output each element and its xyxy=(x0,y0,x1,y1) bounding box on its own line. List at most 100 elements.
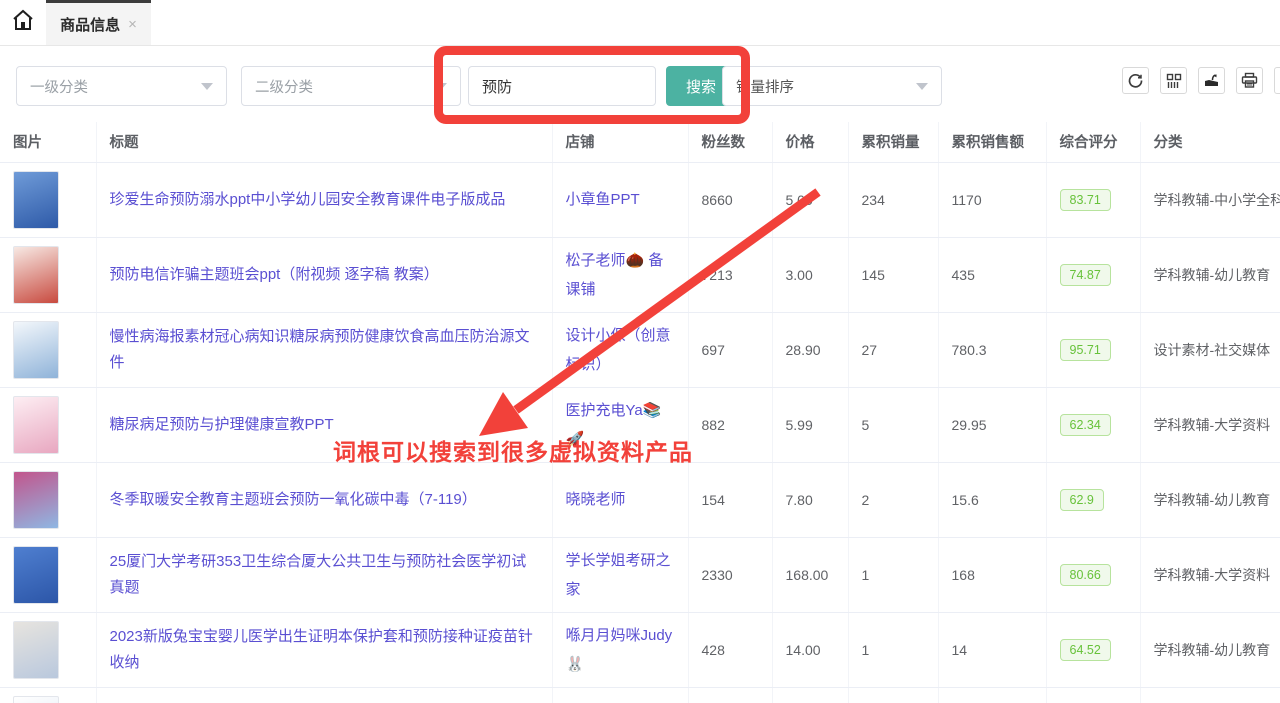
score-badge: 95.71 xyxy=(1060,339,1111,361)
category-label: 学科教辅-幼儿教育 xyxy=(1140,462,1280,537)
score-badge: 62.34 xyxy=(1060,414,1111,436)
shop-link[interactable]: 医护充电Ya📚 🚀 xyxy=(566,402,662,448)
product-thumbnail[interactable] xyxy=(13,546,59,604)
home-button[interactable] xyxy=(0,0,46,45)
printer-icon xyxy=(1241,72,1258,89)
shop-link[interactable]: 设计小保（创意 标识） xyxy=(566,327,671,373)
home-icon xyxy=(11,8,35,37)
category-level1-select[interactable]: 一级分类 xyxy=(16,66,227,106)
sales-count: 0 xyxy=(848,687,938,703)
table-row: 珍爱生命预防溺水ppt中小学幼儿园安全教育课件电子版成品 小章鱼PPT 8660… xyxy=(0,162,1280,237)
sales-amount: 168 xyxy=(938,537,1046,612)
column-header: 累积销售额 xyxy=(938,122,1046,162)
table-row: 预防医学 大学期末考试复习笔记知识点总结题库电子版 华华资料库 2527 2.8… xyxy=(0,687,1280,703)
filter-toolbar: 一级分类 二级分类 搜索 销量排序 xyxy=(0,46,1280,122)
fans-count: 8660 xyxy=(688,162,772,237)
fans-count: 2527 xyxy=(688,687,772,703)
table-header-row: 图片标题店铺粉丝数价格累积销量累积销售额综合评分分类 xyxy=(0,122,1280,162)
shop-link[interactable]: 喺月月妈咪Judy 🐰 xyxy=(566,627,673,673)
column-header: 分类 xyxy=(1140,122,1280,162)
columns-icon xyxy=(1166,73,1182,89)
shop-link[interactable]: 晓晓老师 xyxy=(566,491,626,508)
column-header: 粉丝数 xyxy=(688,122,772,162)
chevron-down-icon xyxy=(201,83,213,90)
product-thumbnail[interactable] xyxy=(13,321,59,379)
column-header: 标题 xyxy=(96,122,552,162)
columns-button[interactable] xyxy=(1160,67,1187,94)
product-title-link[interactable]: 冬季取暖安全教育主题班会预防一氧化碳中毒（7-119） xyxy=(110,491,477,508)
price-value: 14.00 xyxy=(772,612,848,687)
product-thumbnail[interactable] xyxy=(13,396,59,454)
refresh-button[interactable] xyxy=(1122,67,1149,94)
export-icon xyxy=(1203,72,1220,89)
table-row: 预防电信诈骗主题班会ppt（附视频 逐字稿 教案） 松子老师🌰 备课铺 7213… xyxy=(0,237,1280,312)
product-thumbnail[interactable] xyxy=(13,171,59,229)
print-button[interactable] xyxy=(1236,67,1263,94)
product-thumbnail[interactable] xyxy=(13,696,59,703)
product-title-link[interactable]: 25厦门大学考研353卫生综合厦大公共卫生与预防社会医学初试真题 xyxy=(110,553,527,596)
product-title-link[interactable]: 糖尿病足预防与护理健康宣教PPT xyxy=(110,416,334,433)
category-label: 设计素材-社交媒体 xyxy=(1140,312,1280,387)
product-table: 图片标题店铺粉丝数价格累积销量累积销售额综合评分分类 珍爱生命预防溺水ppt中小… xyxy=(0,122,1280,703)
search-field-wrap xyxy=(468,66,656,106)
sales-count: 1 xyxy=(848,537,938,612)
product-title-link[interactable]: 预防电信诈骗主题班会ppt（附视频 逐字稿 教案） xyxy=(110,266,439,283)
sales-count: 2 xyxy=(848,462,938,537)
sales-count: 145 xyxy=(848,237,938,312)
product-title-link[interactable]: 慢性病海报素材冠心病知识糖尿病预防健康饮食高血压防治源文件 xyxy=(110,328,530,371)
sales-amount: 780.3 xyxy=(938,312,1046,387)
category-label: 学科教辅-大学资料 xyxy=(1140,537,1280,612)
table-body: 珍爱生命预防溺水ppt中小学幼儿园安全教育课件电子版成品 小章鱼PPT 8660… xyxy=(0,162,1280,703)
tab-product-info[interactable]: 商品信息 × xyxy=(46,0,151,45)
sales-count: 234 xyxy=(848,162,938,237)
category-level1-placeholder: 一级分类 xyxy=(30,76,88,97)
product-thumbnail[interactable] xyxy=(13,246,59,304)
shop-link[interactable]: 学长学姐考研之家 xyxy=(566,552,671,598)
table-row: 25厦门大学考研353卫生综合厦大公共卫生与预防社会医学初试真题 学长学姐考研之… xyxy=(0,537,1280,612)
shop-link[interactable]: 松子老师🌰 备课铺 xyxy=(566,252,664,298)
sales-count: 27 xyxy=(848,312,938,387)
column-header: 店铺 xyxy=(552,122,688,162)
shop-link[interactable]: 小章鱼PPT xyxy=(566,191,640,208)
product-title-link[interactable]: 珍爱生命预防溺水ppt中小学幼儿园安全教育课件电子版成品 xyxy=(110,191,506,208)
price-value: 5.00 xyxy=(772,162,848,237)
category-label: 学科教辅-中小学全科 xyxy=(1140,162,1280,237)
product-thumbnail[interactable] xyxy=(13,621,59,679)
export-button[interactable] xyxy=(1198,67,1225,94)
product-title-link[interactable]: 2023新版兔宝宝婴儿医学出生证明本保护套和预防接种证疫苗针收纳 xyxy=(110,628,533,671)
category-label: 学科教辅-幼儿教育 xyxy=(1140,237,1280,312)
sales-amount: 15.6 xyxy=(938,462,1046,537)
price-value: 3.00 xyxy=(772,237,848,312)
fans-count: 2330 xyxy=(688,537,772,612)
price-value: 168.00 xyxy=(772,537,848,612)
search-input[interactable] xyxy=(469,67,655,105)
refresh-icon xyxy=(1127,72,1144,89)
sales-count: 5 xyxy=(848,387,938,462)
table-row: 糖尿病足预防与护理健康宣教PPT 医护充电Ya📚 🚀 882 5.99 5 29… xyxy=(0,387,1280,462)
more-button[interactable] xyxy=(1274,67,1280,94)
column-header: 价格 xyxy=(772,122,848,162)
tab-close-icon[interactable]: × xyxy=(128,17,137,32)
category-level2-select[interactable]: 二级分类 xyxy=(241,66,461,106)
fans-count: 154 xyxy=(688,462,772,537)
category-label: 学科教辅-高等教育 xyxy=(1140,687,1280,703)
price-value: 28.90 xyxy=(772,312,848,387)
fans-count: 7213 xyxy=(688,237,772,312)
score-badge: 74.87 xyxy=(1060,264,1111,286)
column-header: 图片 xyxy=(0,122,96,162)
table-row: 2023新版兔宝宝婴儿医学出生证明本保护套和预防接种证疫苗针收纳 喺月月妈咪Ju… xyxy=(0,612,1280,687)
score-badge: 64.52 xyxy=(1060,639,1111,661)
price-value: 2.88 xyxy=(772,687,848,703)
toolbar-icon-group xyxy=(1122,67,1280,94)
price-value: 7.80 xyxy=(772,462,848,537)
sort-select[interactable]: 销量排序 xyxy=(722,66,942,106)
sales-amount: 14 xyxy=(938,612,1046,687)
product-thumbnail[interactable] xyxy=(13,471,59,529)
price-value: 5.99 xyxy=(772,387,848,462)
tab-label: 商品信息 xyxy=(60,14,120,35)
fans-count: 428 xyxy=(688,612,772,687)
sales-amount: 1170 xyxy=(938,162,1046,237)
sales-amount: 29.95 xyxy=(938,387,1046,462)
chevron-down-icon xyxy=(435,83,447,90)
fans-count: 882 xyxy=(688,387,772,462)
